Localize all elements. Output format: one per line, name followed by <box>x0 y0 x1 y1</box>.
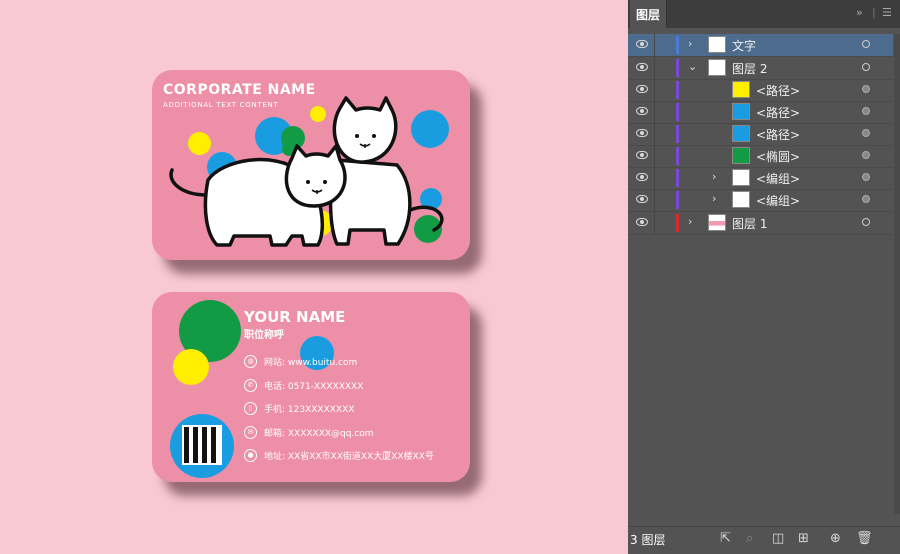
sublayer-row-ellipse[interactable]: <椭圆> <box>628 145 893 168</box>
visibility-eye-icon[interactable] <box>636 85 648 93</box>
mail-icon: ✉ <box>244 426 257 439</box>
ellipse-thumbnail <box>732 147 750 164</box>
target-circle-icon[interactable] <box>862 40 870 48</box>
business-card-back[interactable]: YOUR NAME 职位称呼 ◍ 网站: www.buitu.com ✆ 电话:… <box>152 292 470 482</box>
export-icon[interactable]: ⇱ <box>720 531 731 546</box>
contact-email: ✉ 邮箱: XXXXXXX@qq.com <box>244 426 374 439</box>
globe-icon: ◍ <box>244 355 257 368</box>
layer-name[interactable]: <路径> <box>756 82 800 99</box>
layer-name[interactable]: <椭圆> <box>756 148 800 165</box>
layer-name[interactable]: 文字 <box>732 37 756 54</box>
layer-thumbnail <box>708 59 726 76</box>
qr-code-badge <box>170 414 234 478</box>
contact-phone: ✆ 电话: 0571-XXXXXXXX <box>244 379 363 392</box>
collapse-panel-icon[interactable]: » <box>856 6 863 19</box>
sublayer-row-group[interactable]: › <编组> <box>628 189 893 212</box>
layer-color-bar <box>676 103 679 121</box>
group-thumbnail <box>732 169 750 186</box>
yellow-circle <box>173 349 209 385</box>
target-circle-icon[interactable] <box>862 151 870 159</box>
qr-code <box>182 425 222 465</box>
visibility-eye-icon[interactable] <box>636 129 648 137</box>
artboard-canvas[interactable]: CORPORATE NAME ADDITIONAL TEXT CONTENT Y… <box>0 0 628 553</box>
visibility-eye-icon[interactable] <box>636 195 648 203</box>
collapse-arrow-icon[interactable]: ⌄ <box>688 60 697 73</box>
layer-name[interactable]: <编组> <box>756 192 800 209</box>
visibility-eye-icon[interactable] <box>636 151 648 159</box>
panel-tab-bar: 图层 » | ☰ <box>628 0 900 28</box>
additional-text: ADDITIONAL TEXT CONTENT <box>163 101 279 109</box>
location-icon: ● <box>244 449 257 462</box>
search-icon[interactable]: ⌕ <box>746 531 753 546</box>
layer-thumbnail <box>708 214 726 231</box>
layer-color-bar <box>676 147 679 165</box>
layer-name[interactable]: 图层 2 <box>732 60 767 77</box>
job-title: 职位称呼 <box>244 330 284 341</box>
mobile-icon: ▯ <box>244 402 257 415</box>
visibility-eye-icon[interactable] <box>636 63 648 71</box>
panel-divider: | <box>872 6 876 19</box>
sublayer-row-path[interactable]: <路径> <box>628 101 893 124</box>
tab-layers[interactable]: 图层 <box>630 0 667 28</box>
expand-arrow-icon[interactable]: › <box>712 170 716 183</box>
layer-color-bar <box>676 191 679 209</box>
layer-name[interactable]: <路径> <box>756 126 800 143</box>
target-circle-icon[interactable] <box>862 107 870 115</box>
target-circle-icon[interactable] <box>862 173 870 181</box>
person-name: YOUR NAME <box>244 308 346 326</box>
target-circle-icon[interactable] <box>862 85 870 93</box>
expand-arrow-icon[interactable]: › <box>712 192 716 205</box>
layers-scrollbar[interactable] <box>894 34 900 514</box>
visibility-eye-icon[interactable] <box>636 173 648 181</box>
layers-panel: 图层 » | ☰ › 文字 ⌄ 图层 2 <路径> <路径> <路径> <椭圆>… <box>628 0 900 554</box>
clipping-mask-icon[interactable]: ◫ <box>772 531 784 546</box>
layer-color-bar <box>676 214 679 232</box>
contact-website: ◍ 网站: www.buitu.com <box>244 355 357 368</box>
layer-count: 3 图层 <box>630 533 666 547</box>
trash-icon[interactable]: 🗑 <box>856 531 873 546</box>
layer-row-layer2[interactable]: ⌄ 图层 2 <box>628 57 893 80</box>
layer-color-bar <box>676 36 679 54</box>
expand-arrow-icon[interactable]: › <box>688 37 692 50</box>
layer-color-bar <box>676 125 679 143</box>
new-sublayer-icon[interactable]: ⊞ <box>798 531 809 546</box>
new-layer-icon[interactable]: ⊕ <box>830 531 841 546</box>
sublayer-row-group[interactable]: › <编组> <box>628 167 893 190</box>
group-thumbnail <box>732 191 750 208</box>
corporate-name: CORPORATE NAME <box>163 82 316 98</box>
path-thumbnail <box>732 125 750 142</box>
layer-color-bar <box>676 81 679 99</box>
business-card-front[interactable]: CORPORATE NAME ADDITIONAL TEXT CONTENT <box>152 70 470 260</box>
layer-name[interactable]: <路径> <box>756 104 800 121</box>
sublayer-row-path[interactable]: <路径> <box>628 79 893 102</box>
panel-menu-icon[interactable]: ☰ <box>882 6 892 19</box>
visibility-eye-icon[interactable] <box>636 107 648 115</box>
layer-color-bar <box>676 59 679 77</box>
layer-row-text[interactable]: › 文字 <box>628 34 893 57</box>
path-thumbnail <box>732 103 750 120</box>
cats-illustration <box>169 96 444 247</box>
expand-arrow-icon[interactable]: › <box>688 215 692 228</box>
layer-name[interactable]: <编组> <box>756 170 800 187</box>
layer-thumbnail <box>708 36 726 53</box>
layer-color-bar <box>676 169 679 187</box>
target-circle-icon[interactable] <box>862 195 870 203</box>
layer-name[interactable]: 图层 1 <box>732 215 767 232</box>
panel-footer: 3 图层 ⇱ ⌕ ◫ ⊞ ⊕ 🗑 <box>628 526 900 554</box>
visibility-eye-icon[interactable] <box>636 40 648 48</box>
target-circle-icon[interactable] <box>862 129 870 137</box>
phone-icon: ✆ <box>244 379 257 392</box>
target-circle-icon[interactable] <box>862 218 870 226</box>
target-circle-icon[interactable] <box>862 63 870 71</box>
layer-row-layer1[interactable]: › 图层 1 <box>628 212 893 235</box>
path-thumbnail <box>732 81 750 98</box>
visibility-eye-icon[interactable] <box>636 218 648 226</box>
contact-mobile: ▯ 手机: 123XXXXXXXX <box>244 402 354 415</box>
contact-address: ● 地址: XX省XX市XX街道XX大厦XX楼XX号 <box>244 449 434 462</box>
sublayer-row-path[interactable]: <路径> <box>628 123 893 146</box>
